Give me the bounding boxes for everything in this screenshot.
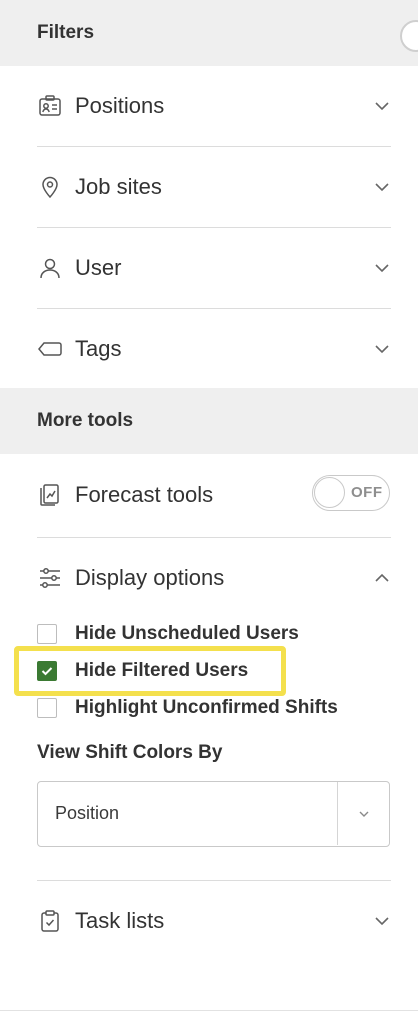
highlight-unconfirmed-shifts-checkbox[interactable]	[37, 698, 57, 718]
bottom-divider	[0, 1010, 418, 1011]
hide-filtered-users-checkbox-row[interactable]: Hide Filtered Users	[37, 657, 248, 685]
chevron-down-icon	[355, 805, 373, 823]
filter-user[interactable]: User	[37, 228, 391, 308]
chevron-down-icon	[373, 97, 391, 115]
chevron-down-icon	[373, 912, 391, 930]
filter-tags-label: Tags	[75, 336, 122, 361]
forecast-tools-label: Forecast tools	[75, 482, 214, 507]
view-shift-colors-select[interactable]: Position	[37, 781, 390, 847]
task-lists-label: Task lists	[75, 908, 165, 933]
forecast-chart-icon	[37, 482, 63, 508]
filters-header-label: Filters	[37, 22, 95, 43]
hide-filtered-users-checkbox[interactable]	[37, 661, 57, 681]
forecast-tools-toggle[interactable]: OFF	[312, 475, 390, 511]
clipboard-check-icon	[37, 908, 63, 934]
view-shift-colors-label: View Shift Colors By	[37, 742, 223, 763]
highlight-unconfirmed-shifts-label: Highlight Unconfirmed Shifts	[75, 697, 338, 718]
more-tools-header-label: More tools	[37, 410, 134, 431]
user-icon	[37, 255, 63, 281]
filter-positions-label: Positions	[75, 93, 165, 118]
chevron-down-icon	[373, 340, 391, 358]
hide-filtered-users-label: Hide Filtered Users	[75, 660, 249, 681]
hide-unscheduled-users-checkbox-row[interactable]: Hide Unscheduled Users	[37, 620, 299, 648]
filter-tags[interactable]: Tags	[37, 309, 391, 389]
toggle-knob	[314, 477, 345, 508]
task-lists-row[interactable]: Task lists	[37, 881, 391, 961]
chevron-down-icon	[373, 259, 391, 277]
badge-icon	[37, 93, 63, 119]
checkmark-icon	[41, 667, 53, 676]
map-pin-icon	[37, 174, 63, 200]
tag-icon	[37, 336, 63, 362]
select-value: Position	[55, 803, 120, 823]
hide-unscheduled-users-checkbox[interactable]	[37, 624, 57, 644]
filters-header: Filters	[0, 0, 418, 66]
toggle-state-text: OFF	[351, 484, 383, 501]
chevron-up-icon	[373, 569, 391, 587]
forecast-tools-row: Forecast tools	[37, 455, 307, 535]
more-tools-header: More tools	[0, 388, 418, 454]
filter-job-sites[interactable]: Job sites	[37, 147, 391, 227]
display-options-label: Display options	[75, 565, 225, 590]
select-separator	[337, 782, 338, 845]
sliders-icon	[37, 565, 63, 591]
hide-unscheduled-users-label: Hide Unscheduled Users	[75, 623, 299, 644]
highlight-unconfirmed-shifts-checkbox-row[interactable]: Highlight Unconfirmed Shifts	[37, 694, 338, 722]
chevron-down-icon	[373, 178, 391, 196]
filter-user-label: User	[75, 255, 122, 280]
filter-positions[interactable]: Positions	[37, 66, 391, 146]
display-options-row[interactable]: Display options	[37, 538, 391, 618]
filter-job-sites-label: Job sites	[75, 174, 162, 199]
